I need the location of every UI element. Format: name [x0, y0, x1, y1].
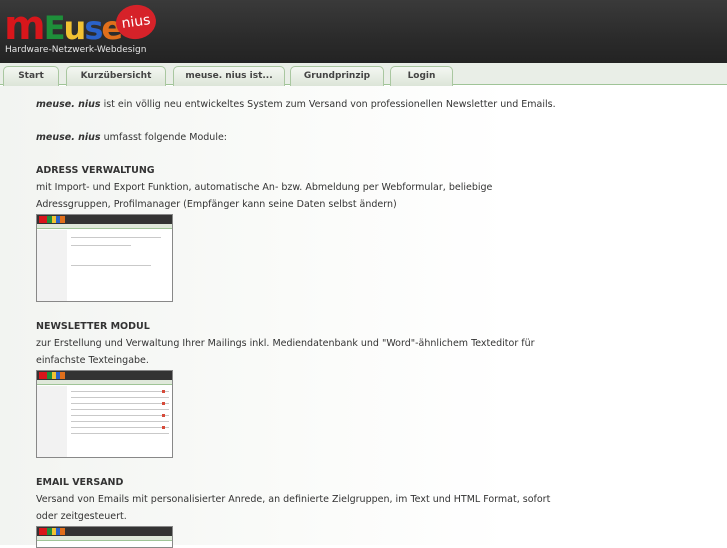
modules-paragraph: meuse. nius umfasst folgende Module:	[36, 129, 556, 146]
tab-kurzuebersicht[interactable]: Kurzübersicht	[66, 66, 166, 86]
main-nav: Start Kurzübersicht meuse. nius ist... G…	[0, 63, 727, 86]
tab-meuse-nius-ist[interactable]: meuse. nius ist...	[173, 66, 285, 86]
intro-paragraph: meuse. nius ist ein völlig neu entwickel…	[36, 96, 556, 113]
section-text-newsletter: zur Erstellung und Verwaltung Ihrer Mail…	[36, 338, 535, 366]
section-title-newsletter: NEWSLETTER MODUL	[36, 321, 150, 332]
header-bar: mEuse nius Hardware-Netzwerk-Webdesign	[0, 0, 727, 63]
brand-name: meuse. nius	[36, 99, 101, 110]
section-text-email: Versand von Emails mit personalisierter …	[36, 494, 551, 522]
brand-name: meuse. nius	[36, 132, 101, 143]
section-text-adress: mit Import- und Export Funktion, automat…	[36, 182, 493, 210]
screenshot-thumbnail-newsletter[interactable]	[36, 370, 173, 458]
site-logo[interactable]: mEuse nius Hardware-Netzwerk-Webdesign	[2, 2, 159, 59]
logo-wordmark: mEuse	[4, 3, 123, 49]
main-content: meuse. nius ist ein völlig neu entwickel…	[36, 96, 556, 548]
tab-login[interactable]: Login	[390, 66, 453, 86]
modules-text: umfasst folgende Module:	[100, 132, 227, 143]
section-title-email: EMAIL VERSAND	[36, 477, 124, 488]
tab-grundprinzip[interactable]: Grundprinzip	[290, 66, 384, 86]
section-title-adress: ADRESS VERWALTUNG	[36, 165, 155, 176]
logo-tagline: Hardware-Netzwerk-Webdesign	[5, 45, 147, 55]
screenshot-thumbnail-adress[interactable]	[36, 214, 173, 302]
intro-text: ist ein völlig neu entwickeltes System z…	[100, 99, 556, 110]
tab-start[interactable]: Start	[3, 66, 59, 86]
